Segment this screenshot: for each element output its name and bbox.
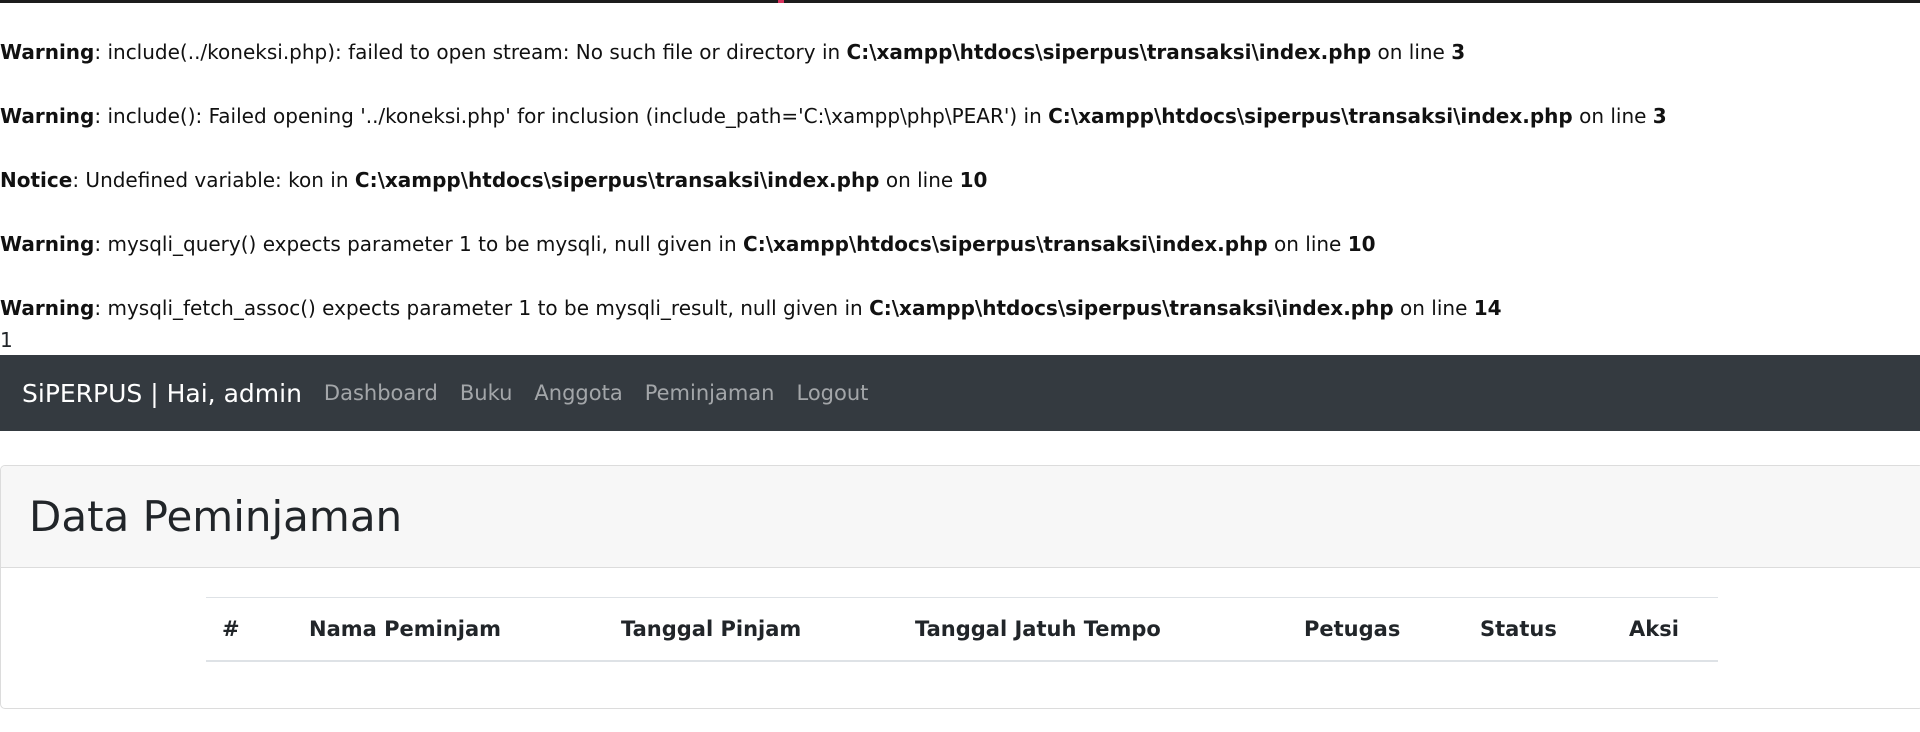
column-header-tanggal-pinjam: Tanggal Pinjam [605, 597, 899, 662]
error-level: Warning [0, 40, 95, 64]
error-message: : Undefined variable: kon in [72, 168, 355, 192]
table-header-row: # Nama Peminjam Tanggal Pinjam Tanggal J… [206, 597, 1718, 662]
error-on-line: on line [1267, 232, 1348, 256]
php-error-line: Warning: include(../koneksi.php): failed… [0, 39, 1465, 65]
column-header-petugas: Petugas [1288, 597, 1464, 662]
error-file: C:\xampp\htdocs\siperpus\transaksi\index… [869, 296, 1394, 320]
error-level: Warning [0, 296, 95, 320]
php-error-line: Notice: Undefined variable: kon in C:\xa… [0, 167, 987, 193]
nav-link-peminjaman[interactable]: Peminjaman [645, 381, 775, 405]
error-level: Warning [0, 232, 95, 256]
error-line-number: 10 [1347, 232, 1376, 256]
column-header-number: # [206, 597, 293, 662]
error-line-number: 14 [1473, 296, 1502, 320]
error-file: C:\xampp\htdocs\siperpus\transaksi\index… [846, 40, 1372, 64]
nav-link-dashboard[interactable]: Dashboard [324, 381, 438, 405]
loan-data-card: Data Peminjaman # Nama Peminjam Tanggal … [0, 465, 1920, 709]
nav-link-logout[interactable]: Logout [796, 381, 868, 405]
nav-link-anggota[interactable]: Anggota [534, 381, 622, 405]
error-level: Warning [0, 104, 95, 128]
error-message: : mysqli_fetch_assoc() expects parameter… [94, 296, 870, 320]
error-message: : include(): Failed opening '../koneksi.… [94, 104, 1049, 128]
column-header-tanggal-jatuh-tempo: Tanggal Jatuh Tempo [899, 597, 1288, 662]
navbar-brand[interactable]: SiPERPUS | Hai, admin [22, 379, 302, 408]
error-file: C:\xampp\htdocs\siperpus\transaksi\index… [743, 232, 1268, 256]
error-line-number: 10 [959, 168, 988, 192]
error-message: : include(../koneksi.php): failed to ope… [94, 40, 847, 64]
navbar: SiPERPUS | Hai, admin Dashboard Buku Ang… [0, 355, 1920, 431]
column-header-nama-peminjam: Nama Peminjam [293, 597, 605, 662]
error-level: Notice [0, 168, 73, 192]
column-header-aksi: Aksi [1613, 597, 1718, 662]
php-error-line: Warning: mysqli_query() expects paramete… [0, 231, 1376, 257]
php-error-line: Warning: include(): Failed opening '../k… [0, 103, 1667, 129]
error-line-number: 3 [1451, 40, 1466, 64]
error-on-line: on line [1572, 104, 1653, 128]
card-header: Data Peminjaman [1, 466, 1920, 568]
error-on-line: on line [1371, 40, 1452, 64]
stray-output: 1 [0, 328, 13, 352]
php-error-line: Warning: mysqli_fetch_assoc() expects pa… [0, 295, 1502, 321]
error-on-line: on line [1393, 296, 1474, 320]
error-line-number: 3 [1652, 104, 1667, 128]
top-border-mark [778, 0, 784, 3]
nav-link-buku[interactable]: Buku [460, 381, 513, 405]
top-border [0, 0, 1920, 3]
error-on-line: on line [879, 168, 960, 192]
page-title: Data Peminjaman [29, 492, 403, 541]
error-file: C:\xampp\htdocs\siperpus\transaksi\index… [1048, 104, 1573, 128]
column-header-status: Status [1464, 597, 1613, 662]
loan-table: # Nama Peminjam Tanggal Pinjam Tanggal J… [206, 597, 1718, 662]
error-file: C:\xampp\htdocs\siperpus\transaksi\index… [354, 168, 880, 192]
error-message: : mysqli_query() expects parameter 1 to … [94, 232, 744, 256]
